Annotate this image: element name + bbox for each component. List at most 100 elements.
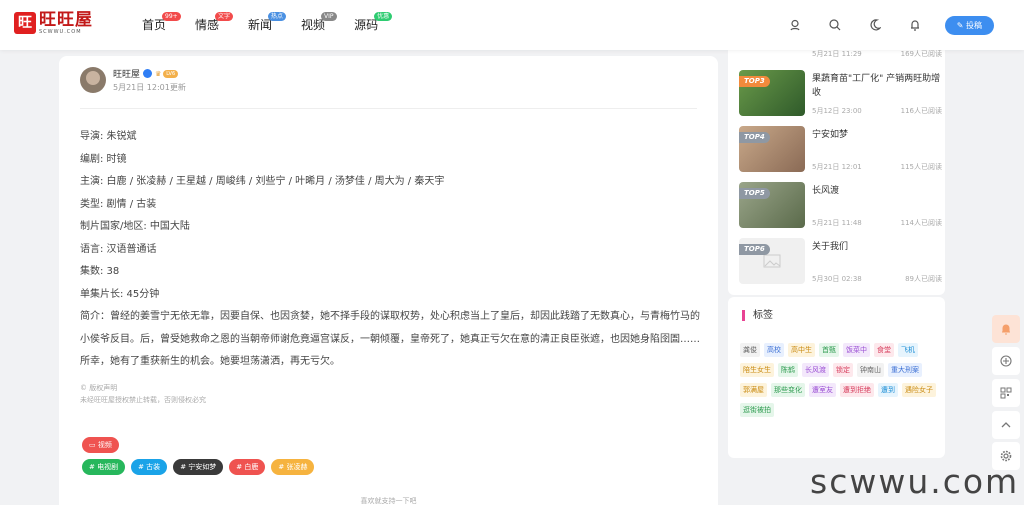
detail-cast: 主演: 白鹿 / 张凌赫 / 王星越 / 周峻纬 / 刘些宁 / 叶晞月 / 汤… [80, 176, 445, 187]
verified-icon [143, 69, 153, 78]
site-logo[interactable]: 旺 旺旺屋 SCWWU.COM [14, 11, 93, 35]
ranking-item[interactable]: TOP6 关于我们 5月30日 02:38 89人已阅读 [739, 238, 945, 284]
top-header: 旺 旺旺屋 SCWWU.COM 首页 99+ 情感 文字 新闻 热点 视频 VIP 源码… [0, 0, 1024, 50]
tag-cloud-item[interactable]: 陈鹤 [778, 363, 798, 377]
tag-cloud-item[interactable]: 郭满屋 [740, 383, 767, 397]
ranking-time: 5月21日 11:29 [812, 50, 862, 58]
tag-cloud-item[interactable]: 钟南山 [857, 363, 884, 377]
header-actions: ✎ 投稿 [767, 13, 994, 37]
detail-language: 语言: 汉语普通话 [80, 243, 157, 255]
nav-item-video[interactable]: 视频 VIP [301, 0, 337, 50]
ranking-time: 5月30日 02:38 [812, 275, 862, 283]
user-icon[interactable] [783, 13, 807, 37]
detail-country: 制片国家/地区: 中国大陆 [80, 221, 190, 232]
divider [80, 108, 697, 109]
tag-cloud-item[interactable]: 饭菜中 [843, 343, 870, 357]
avatar[interactable] [80, 67, 106, 93]
ranking-meta: 5月21日 11:48 114人已阅读 [812, 218, 942, 228]
moon-icon[interactable] [863, 13, 887, 37]
post-tag[interactable]: # 张凌赫 [271, 459, 315, 475]
arrow-up-icon[interactable] [992, 411, 1020, 439]
post-tag[interactable]: # 电视剧 [82, 459, 126, 475]
post-button[interactable]: ✎ 投稿 [944, 15, 994, 35]
post-tag[interactable]: # 白鹿 [229, 459, 266, 475]
nav-item-source[interactable]: 源码 优惠 [354, 0, 393, 50]
post-tag[interactable]: # 宁安如梦 [173, 459, 224, 475]
plus-circle-icon[interactable] [992, 347, 1020, 375]
nav-label: 新闻 [248, 18, 273, 32]
detail-genre: 类型: 剧情 / 古装 [80, 198, 157, 210]
nav-label: 源码 [354, 18, 379, 32]
ranking-badge: TOP4 [739, 132, 770, 143]
nav-item-home[interactable]: 首页 99+ [142, 0, 181, 50]
tag-cloud-item[interactable]: 遭到拒绝 [840, 383, 874, 397]
tag-cloud-item[interactable]: 锁定 [833, 363, 853, 377]
ranking-title: 长风渡 [812, 186, 840, 196]
tag-cloud-item[interactable]: 龚俊 [740, 343, 760, 357]
tags-card: 标签 龚俊 高校 高中生 首甄 饭菜中 食堂 飞机陪生女生 陈鹤 长风渡 锁定 钟南山 重大刑案郭满屋… [728, 297, 945, 458]
tag-cloud-item[interactable]: 飞机 [898, 343, 918, 357]
category-tag[interactable]: ▭ 视频 [82, 437, 119, 453]
ranking-badge: TOP3 [739, 76, 770, 87]
main-nav: 首页 99+ 情感 文字 新闻 热点 视频 VIP 源码 优惠 [142, 0, 407, 50]
ranking-meta: 5月30日 02:38 89人已阅读 [812, 274, 942, 284]
synopsis: 简介：曾经的姜雪宁无依无靠，因要自保、也因贪婪，她不择手段的谋取权势，处心积虑当… [80, 311, 700, 367]
post-tag[interactable]: # 古装 [131, 459, 168, 475]
tag-cloud: 龚俊 高校 高中生 首甄 饭菜中 食堂 飞机陪生女生 陈鹤 长风渡 锁定 钟南山 重大刑案郭满屋 那些变… [740, 343, 940, 423]
nav-label: 首页 [142, 18, 167, 32]
nav-label: 情感 [195, 18, 220, 32]
tag-cloud-item[interactable]: 遭室友 [809, 383, 836, 397]
image-placeholder-icon [763, 254, 781, 268]
tag-cloud-item[interactable]: 遇险女子 [902, 383, 936, 397]
tag-cloud-item[interactable]: 那些变化 [771, 383, 805, 397]
post-button-label: 投稿 [966, 20, 982, 30]
tag-cloud-item[interactable]: 食堂 [874, 343, 894, 357]
ranking-title: 宁安如梦 [812, 130, 849, 140]
nav-label: 视频 [301, 18, 326, 32]
watermark: scwwu.com [810, 462, 1020, 501]
ranking-views: 169人已阅读 [900, 50, 942, 58]
crown-icon: ♛ [155, 69, 162, 78]
ranking-title: 关于我们 [812, 242, 849, 252]
tag-cloud-item[interactable]: 重大刑案 [888, 363, 922, 377]
qrcode-icon[interactable] [992, 379, 1020, 407]
tag-cloud-item[interactable]: 陪生女生 [740, 363, 774, 377]
detail-writer: 编剧: 时镜 [80, 153, 127, 165]
ranking-time: 5月21日 11:48 [812, 219, 862, 227]
bell-icon[interactable] [992, 315, 1020, 343]
ranking-meta: 5月21日 11:29 169人已阅读 [812, 49, 942, 59]
ranking-time: 5月21日 12:01 [812, 163, 862, 171]
post-tags: # 电视剧 # 古装 # 宁安如梦 # 白鹿 # 张凌赫 [82, 459, 320, 475]
tags-title: 标签 [742, 310, 773, 321]
detail-episodes: 集数: 38 [80, 266, 120, 277]
nav-item-emotion[interactable]: 情感 文字 [195, 0, 234, 50]
author-name[interactable]: 旺旺屋 [113, 67, 140, 80]
logo-mark: 旺 [14, 12, 36, 34]
ranking-item[interactable]: TOP4 宁安如梦 5月21日 12:01 115人已阅读 [739, 126, 945, 172]
likes-prompt: 喜欢就支持一下吧 [360, 497, 417, 505]
ranking-views: 115人已阅读 [900, 163, 942, 171]
nav-badge: 文字 [215, 12, 234, 21]
ranking-meta: 5月12日 23:00 116人已阅读 [812, 106, 942, 116]
bell-icon[interactable] [903, 13, 927, 37]
nav-item-news[interactable]: 新闻 热点 [248, 0, 287, 50]
ranking-item[interactable]: TOP3 果蔬育苗"工厂化" 产销两旺助增收 5月12日 23:00 116人已阅… [739, 70, 945, 116]
ranking-title: 果蔬育苗"工厂化" 产销两旺助增收 [812, 74, 941, 98]
tag-cloud-item[interactable]: 高中生 [788, 343, 815, 357]
ranking-item[interactable]: TOP5 长风渡 5月21日 11:48 114人已阅读 [739, 182, 945, 228]
article-card: 旺旺屋 ♛ LV6 5月21日 12:01更新 导演: 朱锐斌 编剧: 时镜 主演:… [59, 56, 718, 505]
ranking-meta: 5月21日 12:01 115人已阅读 [812, 162, 942, 172]
tag-cloud-item[interactable]: 长风渡 [802, 363, 829, 377]
copyright-notice: © 版权声明 未经旺旺屋授权禁止转载，否则侵权必究 [80, 382, 206, 406]
tag-cloud-item[interactable]: 遭到 [878, 383, 898, 397]
article-body: 导演: 朱锐斌 编剧: 时镜 主演: 白鹿 / 张凌赫 / 王星越 / 周峻纬 … [80, 126, 700, 374]
tag-cloud-item[interactable]: 逛街被拍 [740, 403, 774, 417]
tag-cloud-item[interactable]: 首甄 [819, 343, 839, 357]
tag-cloud-item[interactable]: 高校 [764, 343, 784, 357]
nav-badge: VIP [321, 12, 337, 21]
search-icon[interactable] [823, 13, 847, 37]
ranking-views: 114人已阅读 [900, 219, 942, 227]
category-tag-label: 视频 [97, 441, 112, 449]
ranking-views: 89人已阅读 [905, 275, 942, 283]
copyright-title: © 版权声明 [80, 384, 118, 392]
